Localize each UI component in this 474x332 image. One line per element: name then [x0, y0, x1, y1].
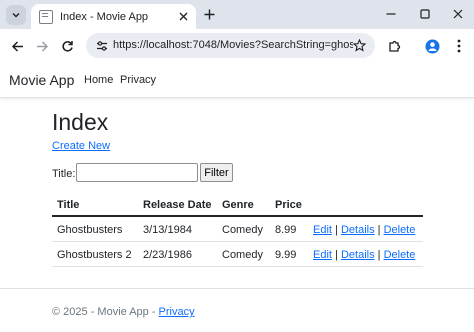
chevron-down-icon: [12, 13, 20, 18]
row-actions: Edit | Details | Delete: [313, 249, 415, 261]
forward-button[interactable]: [33, 37, 51, 55]
delete-link[interactable]: Delete: [384, 249, 416, 261]
column-header-release-date: Release Date: [143, 199, 212, 211]
action-separator: |: [335, 224, 338, 236]
column-header-title: Title: [57, 199, 80, 211]
details-link[interactable]: Details: [341, 249, 375, 261]
cell-genre: Comedy: [222, 249, 263, 261]
kebab-menu-icon: [457, 39, 461, 53]
nav-link-privacy[interactable]: Privacy: [120, 74, 156, 86]
tab-title: Index - Movie App: [60, 10, 149, 23]
cell-price: 9.99: [275, 249, 297, 261]
table-row: Ghostbusters 3/13/1984 Comedy 8.99 Edit …: [52, 217, 423, 242]
profile-button[interactable]: [423, 37, 441, 55]
action-separator: |: [335, 249, 338, 261]
tune-icon: [96, 40, 107, 51]
bookmark-button[interactable]: [352, 38, 367, 53]
app-navbar: Movie App Home Privacy: [0, 62, 474, 98]
arrow-right-icon: [36, 40, 48, 52]
address-bar[interactable]: https://localhost:7048/Movies?SearchStri…: [86, 33, 375, 58]
create-new-link[interactable]: Create New: [52, 140, 110, 152]
page-title: Index: [52, 109, 109, 135]
browser-tabstrip: Index - Movie App: [0, 0, 474, 29]
copyright-text: © 2025 - Movie App -: [52, 306, 159, 318]
filter-label: Title:: [52, 168, 76, 180]
browser-menu-button[interactable]: [450, 37, 468, 55]
page-footer: © 2025 - Movie App - Privacy: [0, 288, 474, 332]
browser-toolbar: https://localhost:7048/Movies?SearchStri…: [0, 29, 474, 62]
plus-icon: [204, 9, 214, 19]
extensions-button[interactable]: [385, 37, 403, 55]
cell-price: 8.99: [275, 224, 297, 236]
maximize-button[interactable]: [417, 6, 433, 22]
maximize-icon: [420, 9, 430, 19]
reload-button[interactable]: [58, 37, 76, 55]
cell-release-date: 2/23/1986: [143, 249, 192, 261]
browser-tab-active[interactable]: Index - Movie App: [31, 4, 196, 29]
tab-close-button[interactable]: [176, 9, 190, 23]
edit-link[interactable]: Edit: [313, 249, 332, 261]
title-search-input[interactable]: [76, 163, 198, 182]
nav-link-home[interactable]: Home: [84, 74, 113, 86]
delete-link[interactable]: Delete: [384, 224, 416, 236]
cell-genre: Comedy: [222, 224, 263, 236]
column-header-genre: Genre: [222, 199, 254, 211]
cell-release-date: 3/13/1984: [143, 224, 192, 236]
cell-title: Ghostbusters 2: [57, 249, 132, 261]
filter-button[interactable]: Filter: [200, 163, 233, 182]
tab-search-button[interactable]: [6, 5, 26, 25]
close-icon: [453, 9, 463, 19]
table-row: Ghostbusters 2 2/23/1986 Comedy 9.99 Edi…: [52, 242, 423, 267]
arrow-left-icon: [11, 40, 23, 52]
url-text[interactable]: https://localhost:7048/Movies?SearchStri…: [113, 39, 353, 51]
footer-text: © 2025 - Movie App - Privacy: [52, 306, 195, 318]
star-icon: [353, 39, 366, 52]
close-window-button[interactable]: [450, 6, 466, 22]
brand-link[interactable]: Movie App: [9, 72, 74, 88]
back-button[interactable]: [8, 37, 26, 55]
row-actions: Edit | Details | Delete: [313, 224, 415, 236]
close-icon: [179, 12, 187, 20]
cell-title: Ghostbusters: [57, 224, 123, 236]
puzzle-icon: [388, 40, 400, 52]
column-header-price: Price: [275, 199, 302, 211]
minimize-button[interactable]: [383, 6, 399, 22]
reload-icon: [61, 40, 73, 52]
action-separator: |: [377, 224, 381, 236]
page-icon: [39, 9, 53, 24]
footer-privacy-link[interactable]: Privacy: [159, 306, 195, 318]
minimize-icon: [386, 13, 396, 15]
new-tab-button[interactable]: [201, 6, 217, 22]
edit-link[interactable]: Edit: [313, 224, 332, 236]
site-info-button[interactable]: [94, 38, 109, 53]
avatar-icon: [425, 39, 439, 53]
action-separator: |: [377, 249, 381, 261]
details-link[interactable]: Details: [341, 224, 375, 236]
